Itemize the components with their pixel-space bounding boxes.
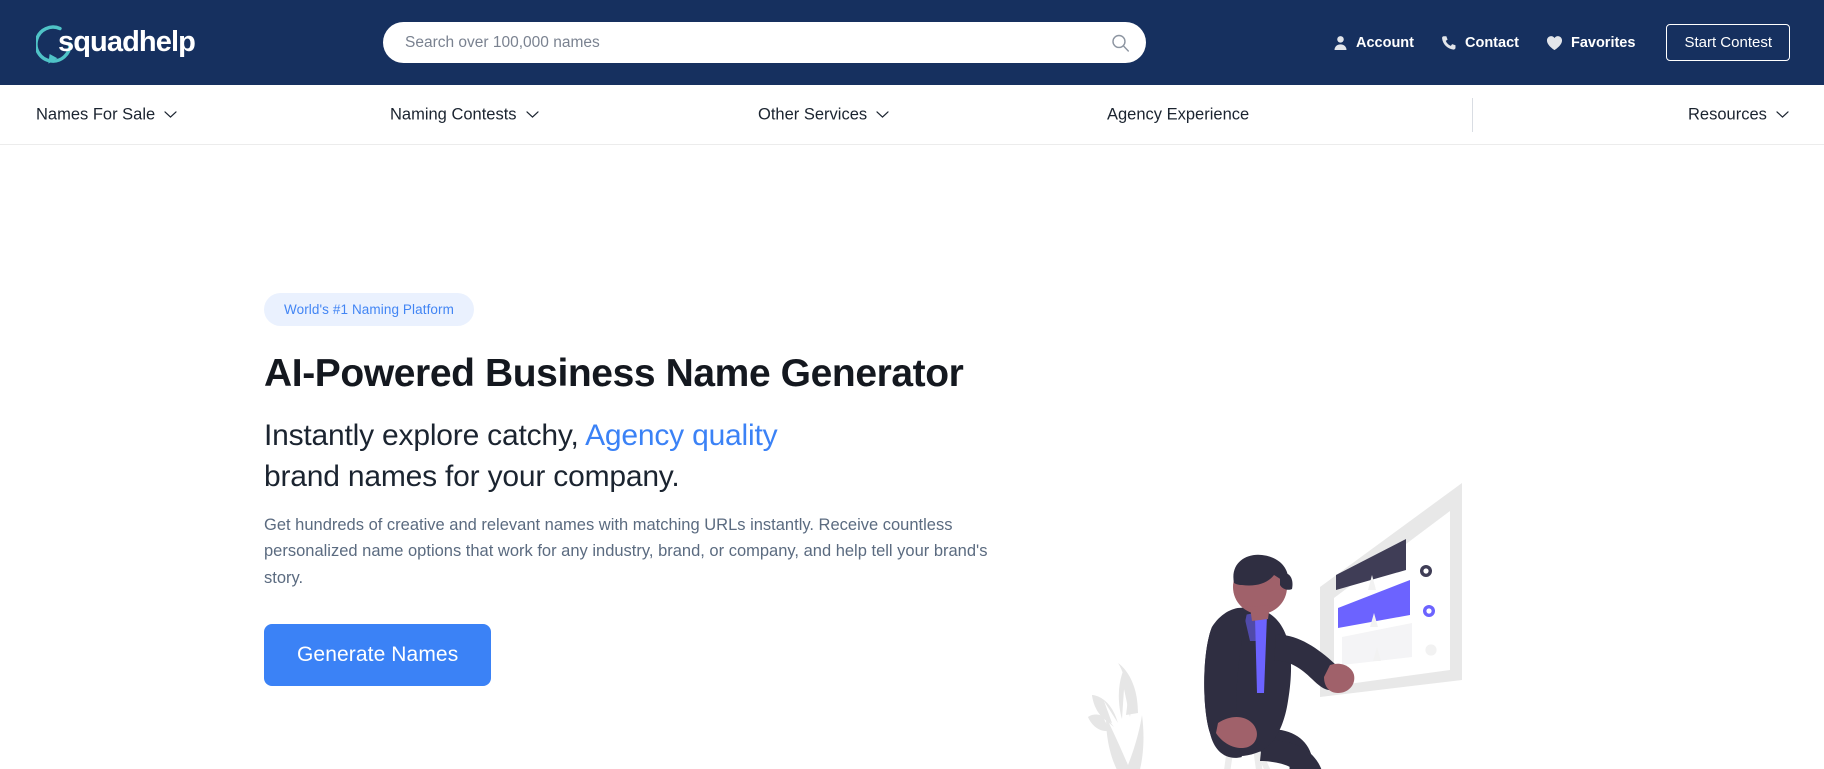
generate-names-button[interactable]: Generate Names: [264, 623, 492, 686]
nav-label: Agency Experience: [1107, 105, 1250, 123]
page-title: AI-Powered Business Name Generator: [264, 352, 964, 395]
chevron-down-icon: [164, 111, 177, 119]
nav-label: Other Services: [758, 105, 868, 123]
main-navigation: Names For Sale Naming Contests Other Ser…: [0, 85, 1824, 145]
favorites-link[interactable]: Favorites: [1546, 35, 1635, 51]
hero-illustration: [1030, 465, 1570, 769]
nav-item-other-services[interactable]: Other Services: [758, 105, 889, 124]
chevron-down-icon: [525, 111, 539, 119]
nav-label: Naming Contests: [390, 105, 517, 123]
nav-divider: [1472, 98, 1473, 132]
site-header: squadhelp Account: [0, 0, 1824, 85]
plant: [1088, 663, 1144, 769]
account-link[interactable]: Account: [1333, 35, 1414, 51]
nav-item-agency-experience[interactable]: Agency Experience: [1107, 105, 1249, 124]
search-icon[interactable]: [1111, 33, 1130, 52]
logo-wordmark: squadhelp: [58, 25, 196, 58]
hero-copy: World's #1 Naming Platform AI-Powered Bu…: [264, 293, 1024, 686]
chevron-down-icon: [1776, 111, 1789, 119]
favorites-label: Favorites: [1570, 34, 1636, 51]
hero-badge: World's #1 Naming Platform: [264, 293, 474, 326]
nav-item-names-for-sale[interactable]: Names For Sale: [36, 105, 177, 124]
nav-item-naming-contests[interactable]: Naming Contests: [390, 105, 539, 124]
header-actions: Account Contact Favorites Start Contest: [1333, 0, 1790, 85]
nav-label: Names For Sale: [36, 105, 156, 123]
contact-label: Contact: [1464, 34, 1519, 51]
heart-icon: [1546, 35, 1563, 51]
account-label: Account: [1355, 34, 1414, 51]
chevron-down-icon: [876, 111, 889, 119]
phone-icon: [1441, 35, 1457, 51]
squadhelp-logo[interactable]: squadhelp: [34, 17, 226, 69]
hero-subtitle-lead: Instantly explore catchy,: [264, 418, 586, 452]
search-bar[interactable]: [383, 22, 1146, 63]
contact-link[interactable]: Contact: [1441, 35, 1519, 51]
search-input[interactable]: [383, 22, 1146, 63]
start-contest-button[interactable]: Start Contest: [1666, 24, 1790, 61]
hero-subtitle: Instantly explore catchy, Agency quality…: [264, 415, 1024, 498]
user-icon: [1333, 35, 1348, 51]
nav-item-resources[interactable]: Resources: [1688, 105, 1789, 124]
hero-description: Get hundreds of creative and relevant na…: [264, 515, 988, 588]
hero-subtitle-tail: brand names for your company.: [264, 460, 680, 494]
hero-subtitle-accent-link[interactable]: Agency quality: [585, 419, 778, 452]
nav-label: Resources: [1688, 105, 1767, 123]
hero-section: World's #1 Naming Platform AI-Powered Bu…: [0, 145, 1824, 769]
